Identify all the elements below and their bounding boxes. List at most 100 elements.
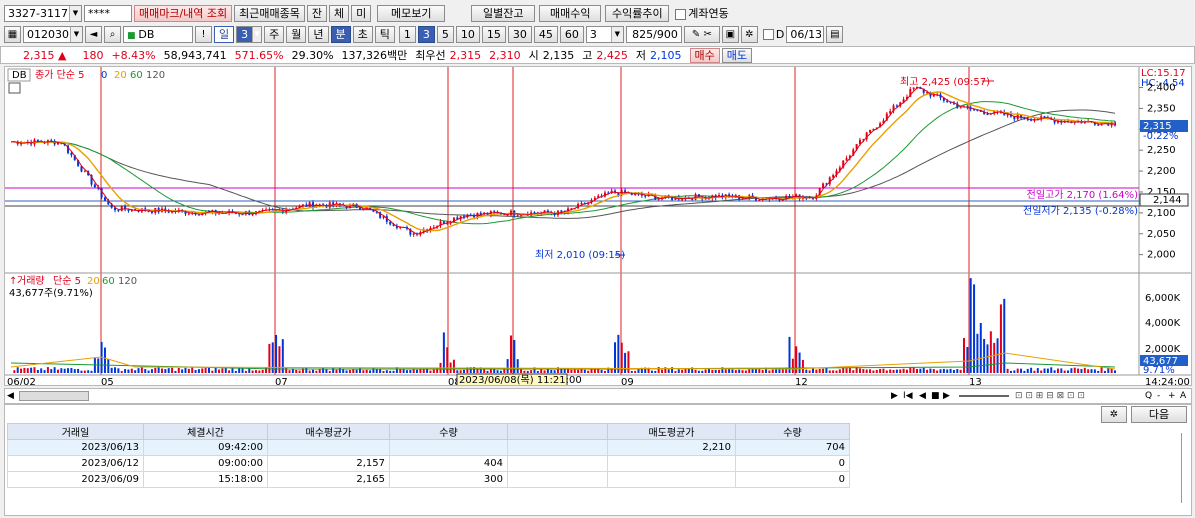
zoom-slider[interactable] — [959, 395, 1009, 397]
account-link-checkbox[interactable]: 계좌연동 — [675, 5, 729, 21]
period-tick-button[interactable]: 틱 — [374, 25, 395, 43]
chevron-down-icon[interactable]: ▼ — [610, 26, 623, 42]
stop-icon[interactable]: ■ — [931, 389, 940, 403]
zoom-out-icon[interactable]: - — [1157, 389, 1160, 403]
calendar-icon[interactable]: ▤ — [826, 25, 844, 43]
period-number-select[interactable]: 3 ▼ — [236, 25, 263, 43]
period-month-button[interactable]: 월 — [286, 25, 307, 43]
memo-button[interactable]: 메모보기 — [377, 4, 446, 22]
interval-15-button[interactable]: 15 — [481, 25, 506, 43]
tab-unexecuted[interactable]: 미 — [351, 4, 372, 22]
volume-bar — [523, 370, 526, 373]
trade-profit-button[interactable]: 매매수익 — [539, 4, 602, 22]
volume-bar — [798, 352, 801, 373]
interval-1-button[interactable]: 1 — [398, 25, 416, 43]
table-row[interactable]: 2023/06/09 15:18:00 2,165 300 0 — [7, 471, 850, 488]
cell-sell-qty: 0 — [735, 455, 850, 472]
play-icon[interactable]: ▶ — [943, 389, 950, 403]
volume-bar — [711, 369, 714, 373]
volume-bar — [1093, 369, 1096, 373]
save-icon[interactable]: ▣ — [721, 25, 739, 43]
chevron-down-icon[interactable]: ▼ — [69, 5, 81, 21]
open-price: 2,135 — [542, 48, 575, 62]
scroll-right-icon[interactable]: ▶ — [891, 389, 898, 403]
gear-icon[interactable]: ✲ — [740, 25, 758, 43]
speaker-icon[interactable]: ◄ — [85, 25, 102, 43]
profit-trend-button[interactable]: 수익률추이 — [605, 4, 670, 22]
layout-icon[interactable]: ▦ — [4, 25, 21, 43]
tab-recent-stocks[interactable]: 최근매매종목 — [234, 4, 305, 22]
drawing-tools-icons[interactable]: ⊡ ⊡ ⊞ ⊟ ⊠ ⊡ ⊡ — [1015, 389, 1085, 403]
chevron-down-icon[interactable]: ▼ — [252, 26, 262, 42]
chart-scrollbar[interactable]: ◀ ▶ I◀ ◀ ■ ▶ ⊡ ⊡ ⊞ ⊟ ⊠ ⊡ ⊡ Q - + A — [4, 388, 1192, 404]
zoom-in-icon[interactable]: + — [1168, 389, 1176, 403]
ma-legend-60: 60 — [130, 70, 143, 81]
cursor-date-label: 2023/06/08(목) 11:21:00 — [459, 374, 582, 385]
search-icon[interactable]: ⌕ — [104, 25, 121, 43]
tab-balance[interactable]: 잔 — [306, 4, 328, 22]
period-minute-button[interactable]: 분 — [330, 25, 351, 43]
interval-10-button[interactable]: 10 — [455, 25, 480, 43]
scroll-left-icon[interactable]: ◀ — [7, 389, 14, 403]
volume-bar — [265, 367, 268, 373]
table-scrollbar[interactable] — [1181, 433, 1187, 503]
zoom-icon[interactable]: Q — [1145, 389, 1152, 403]
next-button[interactable]: 다음 — [1131, 406, 1187, 423]
period-day-button[interactable]: 일 — [214, 25, 235, 43]
volume-bar — [996, 338, 999, 373]
candles — [13, 86, 1116, 237]
interval-30-button[interactable]: 30 — [507, 25, 532, 43]
chevron-down-icon[interactable]: ▼ — [70, 26, 82, 42]
interval-45-button[interactable]: 45 — [533, 25, 558, 43]
col-trade-date: 거래일 — [7, 423, 144, 440]
checkbox-icon[interactable] — [675, 8, 687, 20]
interval-60-button[interactable]: 60 — [559, 25, 584, 43]
tab-trade-mark[interactable]: 매매마크/내역 조회 — [134, 4, 233, 22]
period-number: 3 — [241, 27, 249, 41]
gear-icon[interactable]: ✲ — [1101, 406, 1127, 423]
account-select[interactable]: 3327-3117 ▼ — [4, 4, 82, 22]
volume-bar — [650, 370, 653, 373]
buy-button[interactable]: 매수 — [689, 47, 720, 63]
stock-code-select[interactable]: 012030 ▼ — [23, 25, 83, 43]
sell-button[interactable]: 매도 — [721, 47, 753, 63]
password-field[interactable]: **** — [84, 4, 132, 22]
alert-icon[interactable]: ! — [195, 25, 212, 43]
grid-icon[interactable] — [8, 82, 21, 94]
date-field[interactable]: 06/13 — [786, 25, 825, 43]
auto-scale-icon[interactable]: A — [1180, 389, 1186, 403]
interval-5-button[interactable]: 5 — [436, 25, 454, 43]
ma5-path — [10, 87, 1116, 235]
candle-body — [986, 114, 989, 116]
prev-icon[interactable]: ◀ — [919, 389, 926, 403]
period-second-button[interactable]: 초 — [352, 25, 373, 43]
scroll-thumb[interactable] — [19, 391, 89, 401]
volume-bar — [654, 370, 657, 373]
db-tag: DB — [12, 70, 27, 81]
price-chart[interactable]: DB 종가 단순 5 0 20 60 120 최고 2,425 (09:57) … — [4, 66, 1192, 388]
first-icon[interactable]: I◀ — [903, 389, 913, 403]
volume-bar — [707, 368, 710, 373]
turnover-rate: 29.30% — [291, 48, 334, 62]
table-row[interactable]: 2023/06/13 09:42:00 2,210 704 — [7, 439, 850, 456]
daily-balance-button[interactable]: 일별잔고 — [471, 4, 536, 22]
volume-bar — [231, 368, 234, 373]
cell-buy-qty: 404 — [389, 455, 508, 472]
volume-bar — [865, 369, 868, 373]
stock-name-field[interactable]: ■ DB — [123, 25, 193, 43]
interval-3-button[interactable]: 3 — [417, 25, 435, 43]
table-row[interactable]: 2023/06/12 09:00:00 2,157 404 0 — [7, 455, 850, 472]
interval-input[interactable]: 3 ▼ — [585, 25, 624, 43]
chart-settings-icons[interactable]: ✎ ✂ — [683, 25, 720, 43]
tab-executed[interactable]: 체 — [329, 4, 350, 22]
volume-bar — [895, 369, 898, 373]
chart-canvas[interactable]: DB 종가 단순 5 0 20 60 120 최고 2,425 (09:57) … — [5, 67, 1191, 388]
candle-body — [741, 198, 744, 200]
checkbox-icon[interactable] — [762, 29, 774, 40]
period-year-button[interactable]: 년 — [308, 25, 329, 43]
volume-bar — [671, 367, 674, 373]
date-checkbox[interactable]: D — [762, 28, 784, 41]
volume-bar — [204, 367, 207, 373]
period-week-button[interactable]: 주 — [264, 25, 285, 43]
volume-bar — [952, 369, 955, 373]
